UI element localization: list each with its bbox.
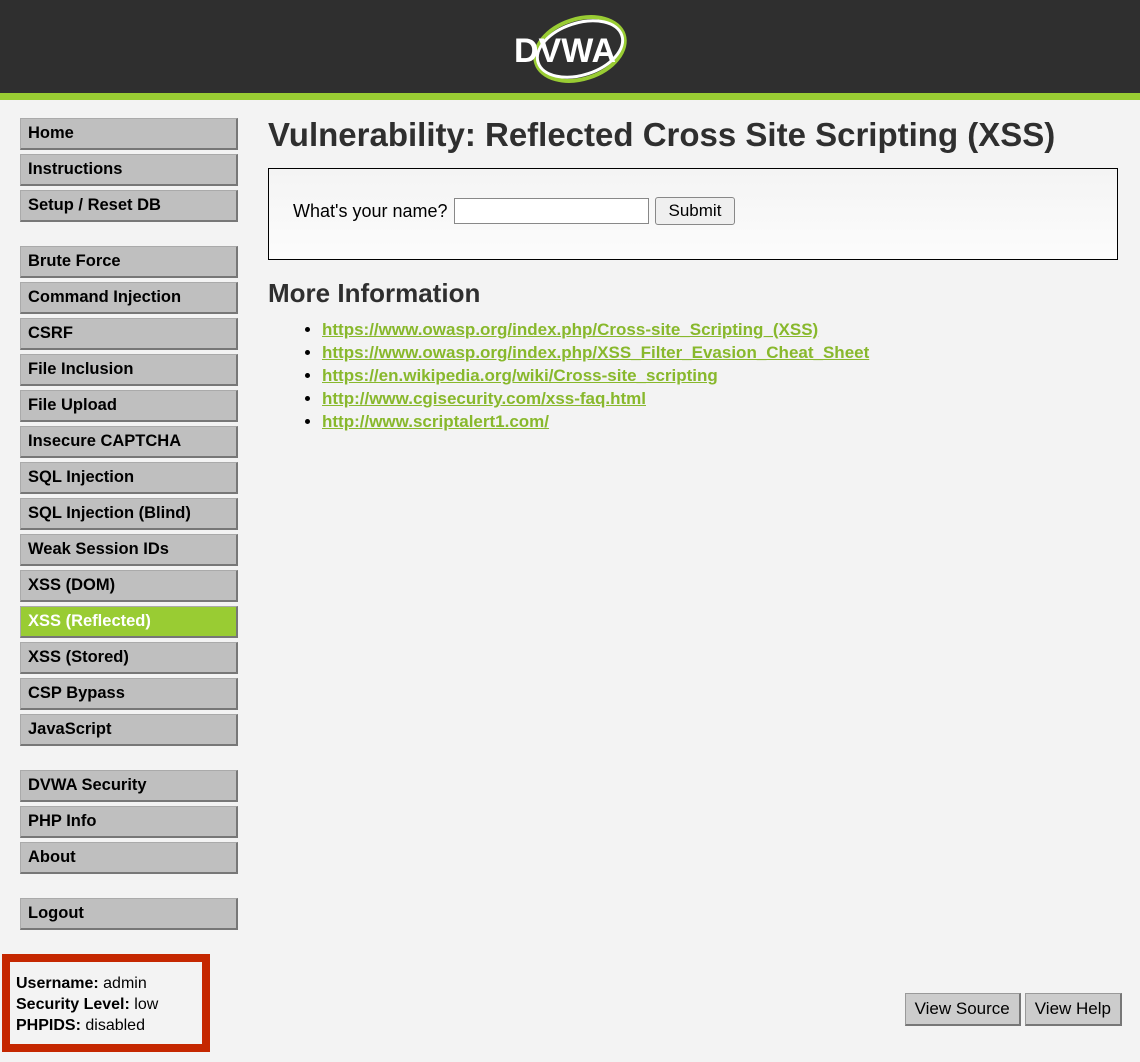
list-item: https://en.wikipedia.org/wiki/Cross-site… [322, 365, 1118, 388]
more-info-links: https://www.owasp.org/index.php/Cross-si… [268, 319, 1118, 434]
sidebar-item-file-inclusion[interactable]: File Inclusion [20, 354, 238, 386]
phpids-label: PHPIDS: [16, 1017, 81, 1034]
name-input[interactable] [454, 198, 649, 224]
sidebar-item-weak-session-ids[interactable]: Weak Session IDs [20, 534, 238, 566]
sidebar-item-php-info[interactable]: PHP Info [20, 806, 238, 838]
security-level-value: low [134, 996, 158, 1013]
footer-buttons: View Source View Help [905, 993, 1122, 1026]
sidebar: Home Instructions Setup / Reset DB Brute F… [0, 100, 258, 1062]
sidebar-item-home[interactable]: Home [20, 118, 238, 150]
sidebar-item-sql-injection-blind[interactable]: SQL Injection (Blind) [20, 498, 238, 530]
sidebar-item-instructions[interactable]: Instructions [20, 154, 238, 186]
sidebar-item-setup[interactable]: Setup / Reset DB [20, 190, 238, 222]
info-link[interactable]: https://en.wikipedia.org/wiki/Cross-site… [322, 366, 718, 385]
sidebar-item-xss-reflected[interactable]: XSS (Reflected) [20, 606, 238, 638]
sidebar-item-file-upload[interactable]: File Upload [20, 390, 238, 422]
sidebar-item-xss-stored[interactable]: XSS (Stored) [20, 642, 238, 674]
info-link[interactable]: https://www.owasp.org/index.php/XSS_Filt… [322, 343, 869, 362]
logo: DVWA [500, 10, 640, 88]
sidebar-item-dvwa-security[interactable]: DVWA Security [20, 770, 238, 802]
more-info-heading: More Information [268, 278, 1118, 309]
sidebar-item-about[interactable]: About [20, 842, 238, 874]
content: Vulnerability: Reflected Cross Site Scri… [258, 100, 1140, 1062]
form-box: What's your name? Submit [268, 168, 1118, 260]
list-item: https://www.owasp.org/index.php/Cross-si… [322, 319, 1118, 342]
sidebar-item-javascript[interactable]: JavaScript [20, 714, 238, 746]
list-item: http://www.scriptalert1.com/ [322, 411, 1118, 434]
sidebar-item-xss-dom[interactable]: XSS (DOM) [20, 570, 238, 602]
security-level-label: Security Level: [16, 996, 130, 1013]
page-title: Vulnerability: Reflected Cross Site Scri… [268, 116, 1118, 154]
sidebar-item-insecure-captcha[interactable]: Insecure CAPTCHA [20, 426, 238, 458]
phpids-value: disabled [85, 1017, 145, 1034]
username-value: admin [103, 975, 147, 992]
list-item: https://www.owasp.org/index.php/XSS_Filt… [322, 342, 1118, 365]
list-item: http://www.cgisecurity.com/xss-faq.html [322, 388, 1118, 411]
view-source-button[interactable]: View Source [905, 993, 1021, 1026]
sidebar-item-brute-force[interactable]: Brute Force [20, 246, 238, 278]
submit-button[interactable]: Submit [655, 197, 736, 225]
sidebar-item-logout[interactable]: Logout [20, 898, 238, 930]
info-link[interactable]: http://www.scriptalert1.com/ [322, 412, 549, 431]
view-help-button[interactable]: View Help [1025, 993, 1122, 1026]
dvwa-logo-icon: DVWA [500, 10, 640, 88]
username-label: Username: [16, 975, 99, 992]
header: DVWA [0, 0, 1140, 100]
sidebar-item-csrf[interactable]: CSRF [20, 318, 238, 350]
info-link[interactable]: https://www.owasp.org/index.php/Cross-si… [322, 320, 818, 339]
system-info-box: Username: admin Security Level: low PHPI… [2, 954, 210, 1052]
svg-text:DVWA: DVWA [514, 32, 616, 70]
sidebar-item-command-injection[interactable]: Command Injection [20, 282, 238, 314]
sidebar-item-csp-bypass[interactable]: CSP Bypass [20, 678, 238, 710]
info-link[interactable]: http://www.cgisecurity.com/xss-faq.html [322, 389, 646, 408]
name-label: What's your name? [293, 201, 448, 222]
sidebar-item-sql-injection[interactable]: SQL Injection [20, 462, 238, 494]
